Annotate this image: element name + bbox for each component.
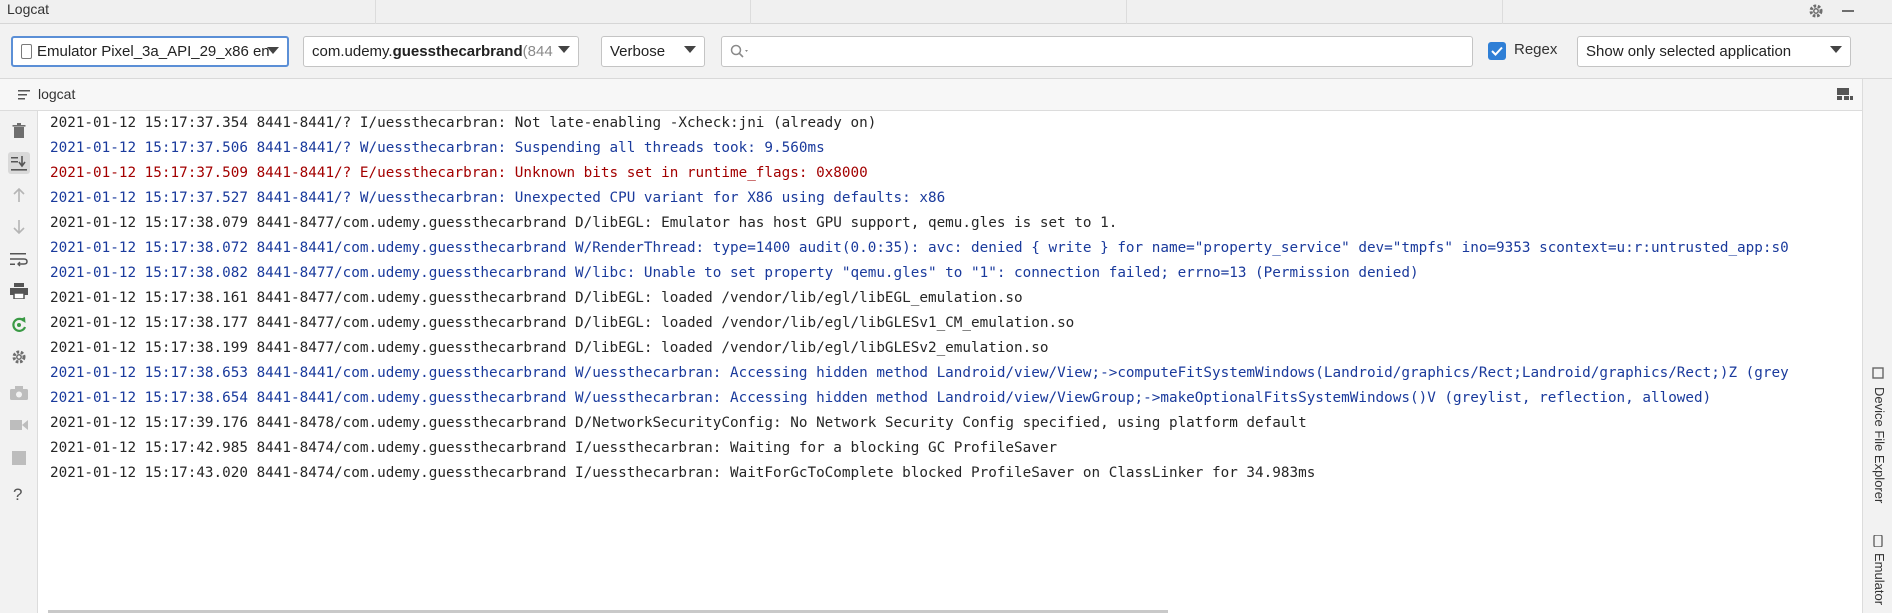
title-bar: Logcat	[0, 0, 1892, 24]
log-line: 2021-01-12 15:17:38.654 8441-8441/com.ud…	[50, 390, 1712, 406]
window-title: Logcat	[7, 1, 50, 17]
left-toolbar: ?	[0, 111, 38, 613]
soft-wrap-icon[interactable]	[8, 248, 30, 270]
emulator-tab[interactable]: Emulator	[1872, 553, 1887, 605]
log-line: 2021-01-12 15:17:38.177 8441-8477/com.ud…	[50, 315, 1075, 331]
chevron-down-icon	[1830, 46, 1842, 53]
video-icon[interactable]	[8, 414, 30, 436]
print-icon[interactable]	[8, 280, 30, 302]
trash-icon[interactable]	[8, 120, 30, 142]
log-line: 2021-01-12 15:17:38.079 8441-8477/com.ud…	[50, 215, 1118, 231]
device-file-explorer-icon	[1872, 367, 1884, 379]
down-arrow-icon[interactable]	[8, 216, 30, 238]
log-line: 2021-01-12 15:17:38.161 8441-8477/com.ud…	[50, 290, 1023, 306]
device-label: Emulator Pixel_3a_API_29_x86 en	[37, 43, 270, 60]
device-selector[interactable]: Emulator Pixel_3a_API_29_x86 en	[11, 36, 289, 67]
title-divider	[375, 0, 376, 24]
log-line: 2021-01-12 15:17:43.020 8441-8474/com.ud…	[50, 465, 1316, 481]
title-divider	[1126, 0, 1127, 24]
layout-icon[interactable]	[1836, 86, 1854, 102]
log-line: 2021-01-12 15:17:38.072 8441-8441/com.ud…	[50, 240, 1789, 256]
regex-checkbox[interactable]	[1488, 42, 1506, 60]
title-divider	[1502, 0, 1503, 24]
scroll-to-end-icon[interactable]	[8, 152, 30, 174]
process-prefix: com.udemy.	[312, 43, 393, 60]
chevron-down-icon	[267, 47, 279, 54]
title-divider	[750, 0, 751, 24]
log-line: 2021-01-12 15:17:38.653 8441-8441/com.ud…	[50, 365, 1789, 381]
restart-icon[interactable]	[8, 314, 30, 336]
logcat-tab-bar: logcat	[0, 79, 1892, 111]
stop-icon[interactable]	[8, 447, 30, 469]
log-level-selector[interactable]: Verbose	[601, 36, 705, 67]
regex-label: Regex	[1514, 41, 1558, 58]
log-line: 2021-01-12 15:17:37.509 8441-8441/? E/ue…	[50, 165, 868, 181]
right-tool-strip: Device File Explorer Emulator	[1862, 79, 1892, 613]
log-output[interactable]: 2021-01-12 15:17:37.354 8441-8441/? I/ue…	[38, 111, 1862, 613]
log-line: 2021-01-12 15:17:37.527 8441-8441/? W/ue…	[50, 190, 946, 206]
help-icon[interactable]: ?	[8, 483, 30, 505]
lines-icon	[18, 90, 30, 100]
svg-text:?: ?	[13, 485, 22, 503]
tab-logcat[interactable]: logcat	[38, 86, 75, 102]
search-box[interactable]	[721, 36, 1473, 67]
log-line: 2021-01-12 15:17:37.506 8441-8441/? W/ue…	[50, 140, 825, 156]
search-icon	[730, 44, 748, 58]
log-line: 2021-01-12 15:17:42.985 8441-8474/com.ud…	[50, 440, 1058, 456]
process-pid: (844	[522, 43, 553, 60]
log-line: 2021-01-12 15:17:37.354 8441-8441/? I/ue…	[50, 115, 877, 131]
camera-icon[interactable]	[8, 382, 30, 404]
filter-selector[interactable]: Show only selected application	[1577, 36, 1851, 67]
phone-icon	[21, 44, 32, 59]
log-line: 2021-01-12 15:17:38.082 8441-8477/com.ud…	[50, 265, 1419, 281]
log-line: 2021-01-12 15:17:38.199 8441-8477/com.ud…	[50, 340, 1049, 356]
chevron-down-icon	[558, 46, 570, 53]
search-input[interactable]	[756, 41, 1460, 63]
check-icon	[1491, 46, 1503, 56]
logcat-toolbar: Emulator Pixel_3a_API_29_x86 en com.udem…	[0, 24, 1892, 79]
gear-icon[interactable]	[1805, 0, 1827, 22]
device-file-explorer-tab[interactable]: Device File Explorer	[1872, 387, 1887, 503]
log-line: 2021-01-12 15:17:39.176 8441-8478/com.ud…	[50, 415, 1307, 431]
process-selector[interactable]: com.udemy. guessthecarbrand (844	[303, 36, 579, 67]
up-arrow-icon[interactable]	[8, 184, 30, 206]
filter-label: Show only selected application	[1586, 43, 1792, 60]
emulator-icon	[1873, 535, 1883, 547]
chevron-down-icon	[684, 46, 696, 53]
log-level-label: Verbose	[610, 43, 666, 60]
process-name: guessthecarbrand	[392, 43, 523, 60]
settings-icon[interactable]	[8, 346, 30, 368]
minimize-icon[interactable]	[1837, 0, 1859, 22]
